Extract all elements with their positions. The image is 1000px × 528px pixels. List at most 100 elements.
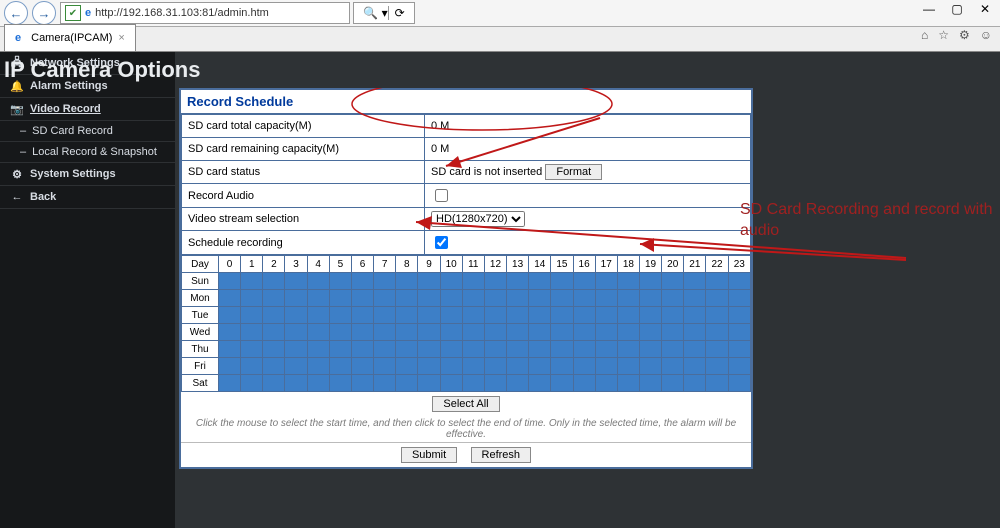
schedule-cell[interactable] [684, 307, 706, 324]
schedule-cell[interactable] [706, 375, 728, 392]
schedule-cell[interactable] [329, 358, 351, 375]
schedule-cell[interactable] [617, 324, 639, 341]
tab-close-icon[interactable]: × [118, 32, 124, 44]
search-box[interactable]: 🔍 ▾ ⟳ [353, 2, 415, 24]
schedule-cell[interactable] [307, 273, 329, 290]
schedule-cell[interactable] [662, 290, 684, 307]
schedule-cell[interactable] [662, 358, 684, 375]
schedule-cell[interactable] [396, 307, 418, 324]
schedule-cell[interactable] [662, 273, 684, 290]
schedule-cell[interactable] [396, 341, 418, 358]
sidebar-item-sd-card-record[interactable]: – SD Card Record [0, 121, 175, 142]
refresh-button[interactable]: Refresh [471, 447, 532, 463]
sidebar-item-system-settings[interactable]: ⚙System Settings [0, 163, 175, 186]
schedule-cell[interactable] [374, 273, 396, 290]
schedule-cell[interactable] [595, 273, 617, 290]
schedule-cell[interactable] [263, 273, 285, 290]
schedule-cell[interactable] [617, 358, 639, 375]
select-all-button[interactable]: Select All [432, 396, 499, 412]
sidebar-item-back[interactable]: ←Back [0, 186, 175, 209]
schedule-cell[interactable] [418, 358, 440, 375]
submit-button[interactable]: Submit [401, 447, 457, 463]
schedule-cell[interactable] [684, 358, 706, 375]
schedule-cell[interactable] [639, 324, 661, 341]
schedule-cell[interactable] [639, 341, 661, 358]
address-bar[interactable]: ✔ e http://192.168.31.103:81/admin.htm [60, 2, 350, 24]
schedule-cell[interactable] [351, 307, 373, 324]
format-button[interactable]: Format [545, 164, 602, 180]
browser-tab[interactable]: e Camera(IPCAM) × [4, 24, 136, 51]
schedule-cell[interactable] [639, 290, 661, 307]
schedule-cell[interactable] [462, 358, 484, 375]
checkbox-schedule-recording[interactable] [435, 236, 448, 249]
schedule-cell[interactable] [529, 307, 551, 324]
schedule-cell[interactable] [662, 341, 684, 358]
schedule-cell[interactable] [285, 358, 307, 375]
schedule-cell[interactable] [396, 324, 418, 341]
schedule-cell[interactable] [329, 341, 351, 358]
schedule-cell[interactable] [263, 358, 285, 375]
schedule-cell[interactable] [263, 324, 285, 341]
schedule-cell[interactable] [219, 341, 241, 358]
schedule-cell[interactable] [706, 290, 728, 307]
schedule-cell[interactable] [684, 375, 706, 392]
schedule-cell[interactable] [529, 375, 551, 392]
schedule-cell[interactable] [263, 375, 285, 392]
schedule-cell[interactable] [351, 324, 373, 341]
schedule-cell[interactable] [241, 341, 263, 358]
schedule-cell[interactable] [241, 358, 263, 375]
schedule-cell[interactable] [418, 341, 440, 358]
forward-button[interactable]: → [32, 1, 56, 25]
schedule-cell[interactable] [529, 324, 551, 341]
schedule-cell[interactable] [617, 307, 639, 324]
schedule-cell[interactable] [617, 341, 639, 358]
schedule-cell[interactable] [507, 273, 529, 290]
schedule-cell[interactable] [662, 307, 684, 324]
schedule-cell[interactable] [462, 307, 484, 324]
schedule-cell[interactable] [573, 307, 595, 324]
schedule-cell[interactable] [484, 324, 506, 341]
schedule-cell[interactable] [573, 324, 595, 341]
schedule-cell[interactable] [529, 341, 551, 358]
favorite-icon[interactable]: ☆ [938, 28, 949, 42]
schedule-cell[interactable] [329, 324, 351, 341]
schedule-cell[interactable] [418, 307, 440, 324]
schedule-cell[interactable] [529, 273, 551, 290]
schedule-cell[interactable] [484, 375, 506, 392]
schedule-cell[interactable] [595, 375, 617, 392]
home-icon[interactable]: ⌂ [921, 28, 928, 42]
schedule-cell[interactable] [573, 273, 595, 290]
schedule-cell[interactable] [263, 307, 285, 324]
schedule-cell[interactable] [396, 290, 418, 307]
schedule-cell[interactable] [285, 307, 307, 324]
schedule-cell[interactable] [551, 358, 573, 375]
schedule-cell[interactable] [285, 324, 307, 341]
schedule-cell[interactable] [662, 375, 684, 392]
schedule-cell[interactable] [484, 290, 506, 307]
schedule-cell[interactable] [285, 290, 307, 307]
schedule-cell[interactable] [307, 324, 329, 341]
schedule-cell[interactable] [507, 341, 529, 358]
schedule-cell[interactable] [219, 273, 241, 290]
schedule-cell[interactable] [418, 375, 440, 392]
schedule-cell[interactable] [706, 273, 728, 290]
schedule-cell[interactable] [728, 307, 750, 324]
schedule-cell[interactable] [617, 290, 639, 307]
schedule-cell[interactable] [573, 358, 595, 375]
minimize-icon[interactable]: — [922, 2, 936, 16]
schedule-cell[interactable] [307, 290, 329, 307]
schedule-cell[interactable] [507, 358, 529, 375]
schedule-cell[interactable] [329, 307, 351, 324]
schedule-cell[interactable] [484, 358, 506, 375]
maximize-icon[interactable]: ▢ [950, 2, 964, 16]
schedule-cell[interactable] [263, 341, 285, 358]
sidebar-item-video-record[interactable]: 📷Video Record [0, 98, 175, 121]
schedule-cell[interactable] [396, 375, 418, 392]
schedule-cell[interactable] [551, 307, 573, 324]
schedule-cell[interactable] [440, 290, 462, 307]
schedule-cell[interactable] [374, 358, 396, 375]
schedule-cell[interactable] [684, 341, 706, 358]
schedule-cell[interactable] [507, 307, 529, 324]
schedule-cell[interactable] [484, 341, 506, 358]
schedule-cell[interactable] [529, 290, 551, 307]
